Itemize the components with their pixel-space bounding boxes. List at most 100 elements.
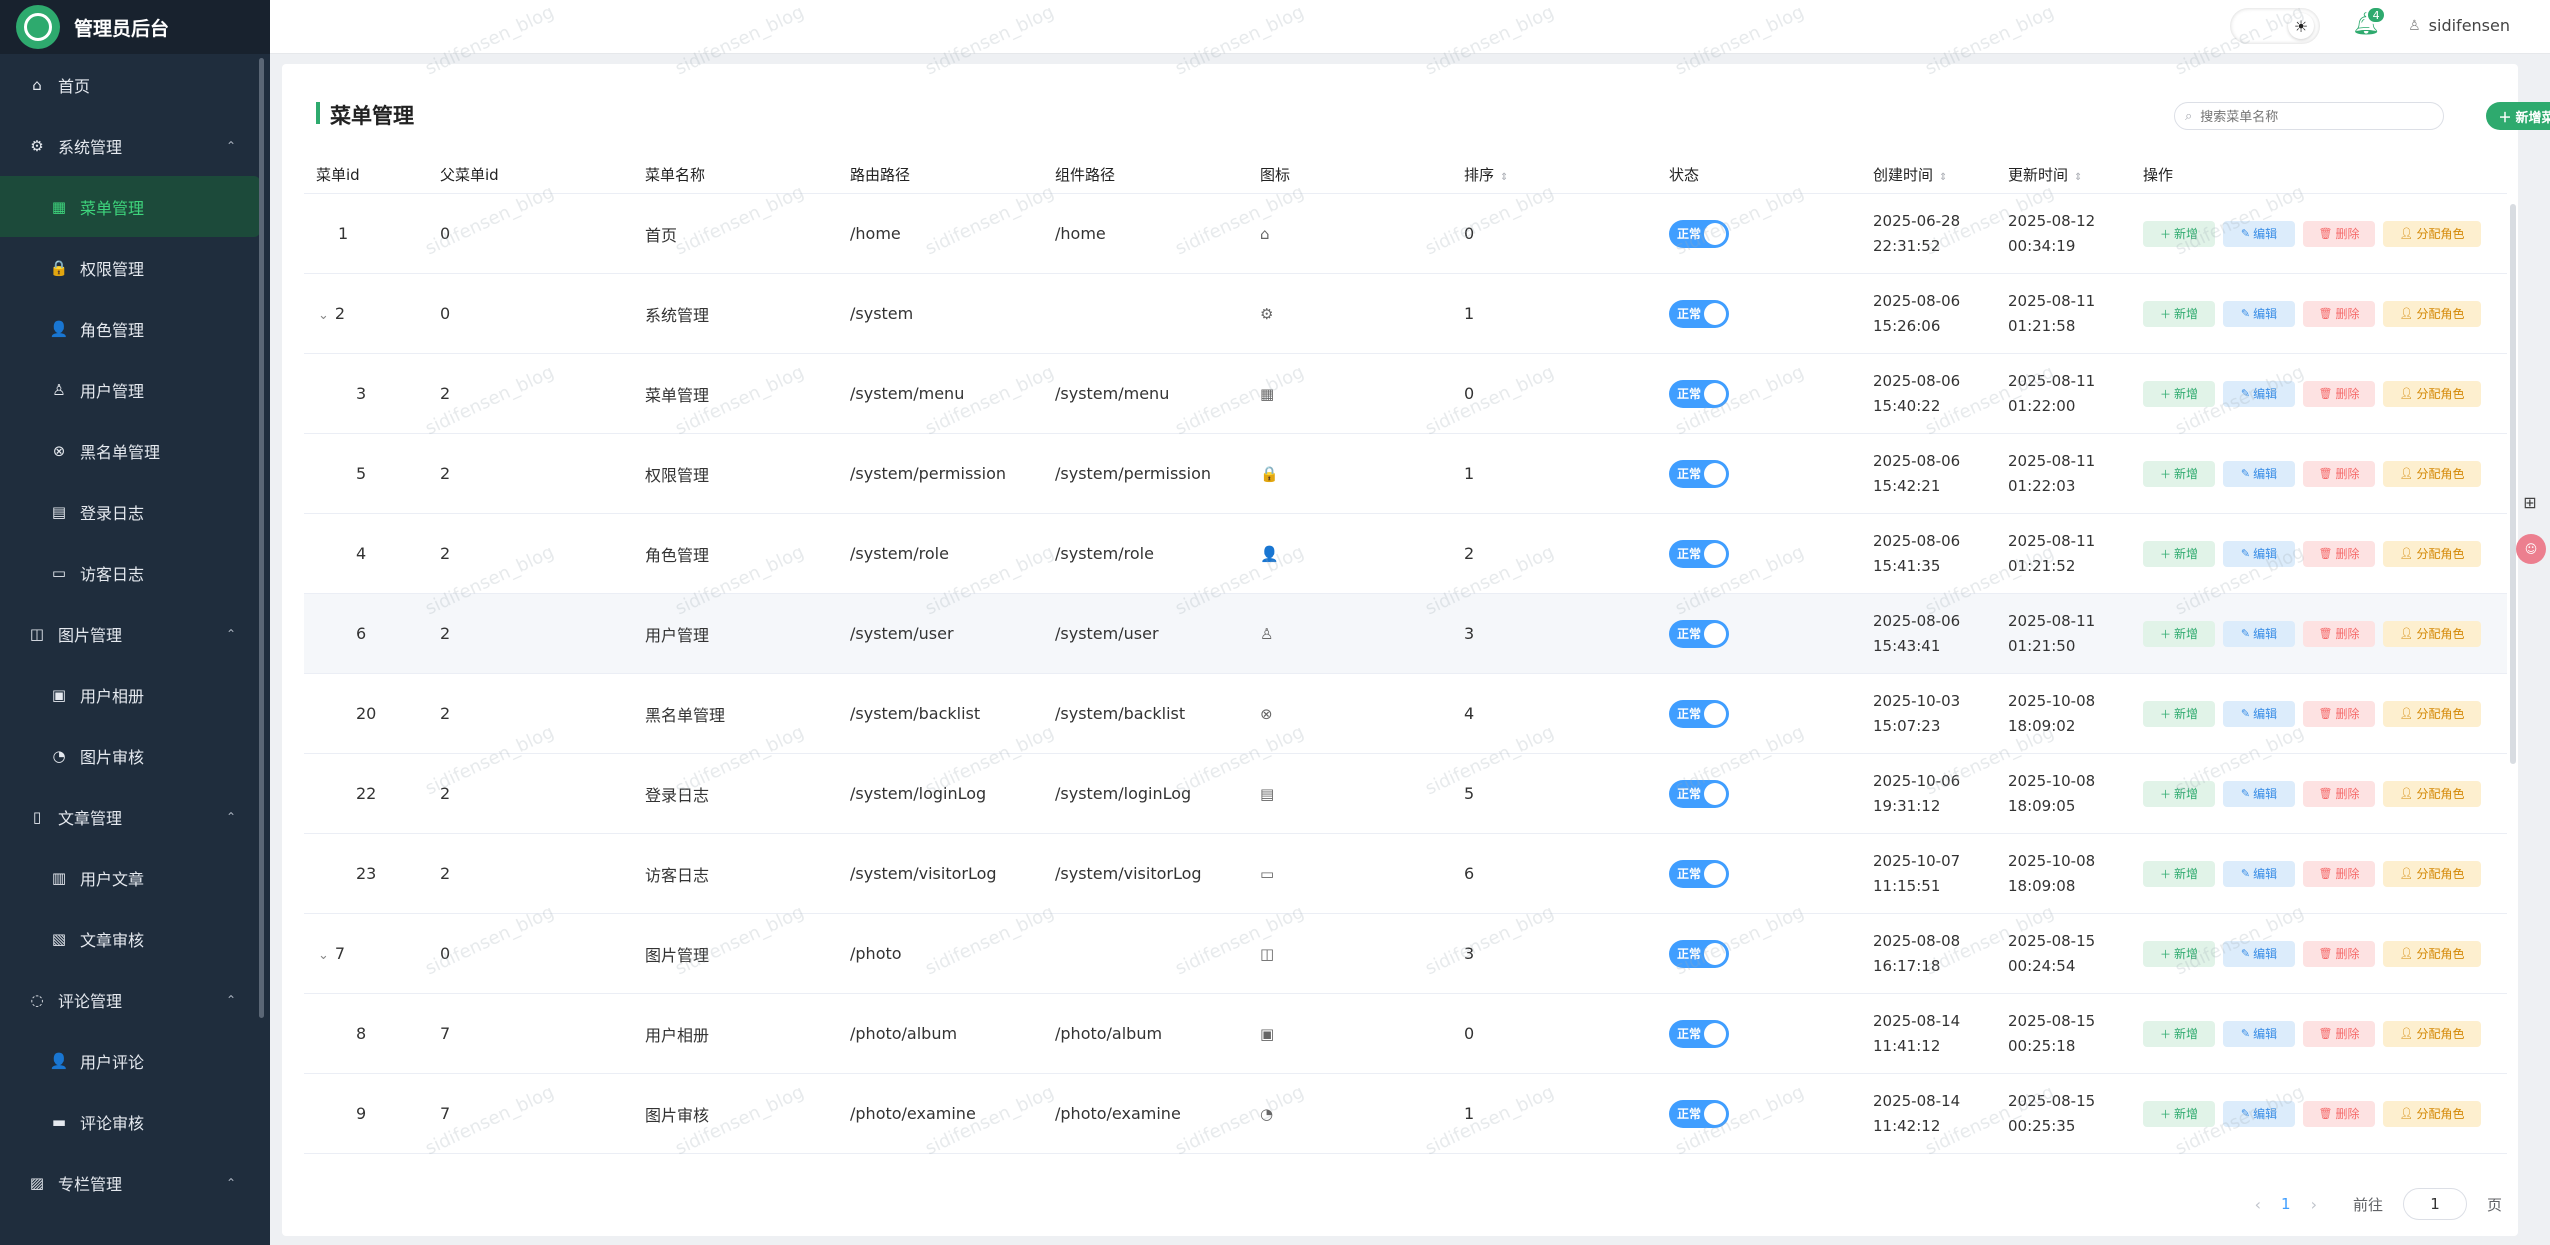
- edit-button[interactable]: ✎ 编辑: [2223, 220, 2295, 247]
- add-child-button[interactable]: ＋新增: [2143, 780, 2215, 807]
- sidebar-item-18[interactable]: ▨ 专栏管理 ⌃: [0, 1152, 270, 1213]
- edit-button[interactable]: ✎ 编辑: [2223, 620, 2295, 647]
- add-child-button[interactable]: ＋新增: [2143, 940, 2215, 967]
- assistant-avatar[interactable]: ☺: [2516, 534, 2546, 564]
- status-switch[interactable]: 正常: [1669, 699, 1729, 728]
- sort-icon[interactable]: ⇕: [1939, 172, 1947, 183]
- assign-role-button[interactable]: 👤︎ 分配角色: [2383, 940, 2481, 967]
- status-switch[interactable]: 正常: [1669, 219, 1729, 248]
- column-header[interactable]: 排序 ⇕: [1464, 164, 1669, 185]
- edit-button[interactable]: ✎ 编辑: [2223, 380, 2295, 407]
- add-child-button[interactable]: ＋新增: [2143, 1100, 2215, 1127]
- sidebar-item-16[interactable]: 👤 用户评论: [0, 1030, 270, 1091]
- edit-button[interactable]: ✎ 编辑: [2223, 460, 2295, 487]
- chevron-down-icon[interactable]: ⌄: [318, 308, 329, 323]
- add-child-button[interactable]: ＋新增: [2143, 460, 2215, 487]
- edit-button[interactable]: ✎ 编辑: [2223, 780, 2295, 807]
- status-switch[interactable]: 正常: [1669, 619, 1729, 648]
- assign-role-button[interactable]: 👤︎ 分配角色: [2383, 540, 2481, 567]
- delete-button[interactable]: 🗑︎ 删除: [2303, 300, 2375, 327]
- chevron-down-icon[interactable]: ⌄: [318, 948, 329, 963]
- add-child-button[interactable]: ＋新增: [2143, 700, 2215, 727]
- edit-button[interactable]: ✎ 编辑: [2223, 1020, 2295, 1047]
- assign-role-button[interactable]: 👤︎ 分配角色: [2383, 620, 2481, 647]
- assign-role-button[interactable]: 👤︎ 分配角色: [2383, 780, 2481, 807]
- assign-role-button[interactable]: 👤︎ 分配角色: [2383, 1020, 2481, 1047]
- add-child-button[interactable]: ＋新增: [2143, 620, 2215, 647]
- assign-role-button[interactable]: 👤︎ 分配角色: [2383, 300, 2481, 327]
- goto-page-input[interactable]: 1: [2402, 1188, 2467, 1220]
- sidebar-item-0[interactable]: ⌂ 首页: [0, 54, 270, 115]
- add-child-button[interactable]: ＋新增: [2143, 1020, 2215, 1047]
- delete-button[interactable]: 🗑︎ 删除: [2303, 700, 2375, 727]
- search-box[interactable]: ⌕: [2174, 102, 2444, 130]
- sort-icon[interactable]: ⇕: [2074, 172, 2082, 183]
- status-switch[interactable]: 正常: [1669, 1019, 1729, 1048]
- status-switch[interactable]: 正常: [1669, 1099, 1729, 1128]
- status-switch[interactable]: 正常: [1669, 939, 1729, 968]
- next-page-button[interactable]: ›: [2311, 1195, 2317, 1214]
- notification-button[interactable]: 🔔︎ 4: [2352, 6, 2387, 37]
- delete-button[interactable]: 🗑︎ 删除: [2303, 460, 2375, 487]
- apps-icon[interactable]: ⊞: [2516, 488, 2544, 516]
- assign-role-button[interactable]: 👤︎ 分配角色: [2383, 220, 2481, 247]
- edit-button[interactable]: ✎ 编辑: [2223, 300, 2295, 327]
- sidebar-item-11[interactable]: ◔ 图片审核: [0, 725, 270, 786]
- sidebar-item-9[interactable]: ◫ 图片管理 ⌃: [0, 603, 270, 664]
- edit-button[interactable]: ✎ 编辑: [2223, 700, 2295, 727]
- sidebar-item-6[interactable]: ⊗ 黑名单管理: [0, 420, 270, 481]
- sidebar-item-5[interactable]: ♙ 用户管理: [0, 359, 270, 420]
- delete-button[interactable]: 🗑︎ 删除: [2303, 620, 2375, 647]
- sidebar-item-10[interactable]: ▣ 用户相册: [0, 664, 270, 725]
- add-menu-button[interactable]: ＋新增菜单: [2486, 102, 2550, 130]
- add-child-button[interactable]: ＋新增: [2143, 380, 2215, 407]
- sidebar-item-13[interactable]: ▥ 用户文章: [0, 847, 270, 908]
- sidebar-item-14[interactable]: ▧ 文章审核: [0, 908, 270, 969]
- status-switch[interactable]: 正常: [1669, 299, 1729, 328]
- edit-button[interactable]: ✎ 编辑: [2223, 1100, 2295, 1127]
- delete-button[interactable]: 🗑︎ 删除: [2303, 860, 2375, 887]
- prev-page-button[interactable]: ‹: [2255, 1195, 2261, 1214]
- add-child-button[interactable]: ＋新增: [2143, 220, 2215, 247]
- delete-button[interactable]: 🗑︎ 删除: [2303, 220, 2375, 247]
- add-child-button[interactable]: ＋新增: [2143, 860, 2215, 887]
- edit-button[interactable]: ✎ 编辑: [2223, 540, 2295, 567]
- sidebar-item-1[interactable]: ⚙ 系统管理 ⌃: [0, 115, 270, 176]
- add-child-button[interactable]: ＋新增: [2143, 540, 2215, 567]
- status-switch[interactable]: 正常: [1669, 459, 1729, 488]
- sort-icon[interactable]: ⇕: [1500, 172, 1508, 183]
- edit-button[interactable]: ✎ 编辑: [2223, 860, 2295, 887]
- sidebar-scrollbar[interactable]: [259, 58, 264, 1018]
- sidebar-item-3[interactable]: 🔒 权限管理: [0, 237, 270, 298]
- theme-toggle[interactable]: ☀: [2230, 8, 2320, 44]
- status-switch[interactable]: 正常: [1669, 379, 1729, 408]
- delete-button[interactable]: 🗑︎ 删除: [2303, 780, 2375, 807]
- delete-button[interactable]: 🗑︎ 删除: [2303, 380, 2375, 407]
- sidebar-item-4[interactable]: 👤 角色管理: [0, 298, 270, 359]
- assign-role-button[interactable]: 👤︎ 分配角色: [2383, 460, 2481, 487]
- sidebar-item-17[interactable]: ▬ 评论审核: [0, 1091, 270, 1152]
- column-header[interactable]: 更新时间 ⇕: [2008, 164, 2143, 185]
- user-menu[interactable]: ♙ sidifensen: [2408, 16, 2510, 35]
- table-scrollbar[interactable]: [2510, 204, 2516, 764]
- page-number[interactable]: 1: [2281, 1195, 2291, 1213]
- status-switch[interactable]: 正常: [1669, 859, 1729, 888]
- delete-button[interactable]: 🗑︎ 删除: [2303, 540, 2375, 567]
- delete-button[interactable]: 🗑︎ 删除: [2303, 1100, 2375, 1127]
- assign-role-button[interactable]: 👤︎ 分配角色: [2383, 1100, 2481, 1127]
- delete-button[interactable]: 🗑︎ 删除: [2303, 1020, 2375, 1047]
- sidebar-item-12[interactable]: ▯ 文章管理 ⌃: [0, 786, 270, 847]
- column-header[interactable]: 创建时间 ⇕: [1873, 164, 2008, 185]
- sidebar-item-2[interactable]: ▦ 菜单管理: [0, 176, 260, 237]
- sidebar-item-15[interactable]: ◌ 评论管理 ⌃: [0, 969, 270, 1030]
- status-switch[interactable]: 正常: [1669, 539, 1729, 568]
- edit-button[interactable]: ✎ 编辑: [2223, 940, 2295, 967]
- delete-button[interactable]: 🗑︎ 删除: [2303, 940, 2375, 967]
- sidebar-item-8[interactable]: ▭ 访客日志: [0, 542, 270, 603]
- search-input[interactable]: [2200, 108, 2421, 124]
- add-child-button[interactable]: ＋新增: [2143, 300, 2215, 327]
- assign-role-button[interactable]: 👤︎ 分配角色: [2383, 860, 2481, 887]
- sidebar-item-7[interactable]: ▤ 登录日志: [0, 481, 270, 542]
- assign-role-button[interactable]: 👤︎ 分配角色: [2383, 380, 2481, 407]
- assign-role-button[interactable]: 👤︎ 分配角色: [2383, 700, 2481, 727]
